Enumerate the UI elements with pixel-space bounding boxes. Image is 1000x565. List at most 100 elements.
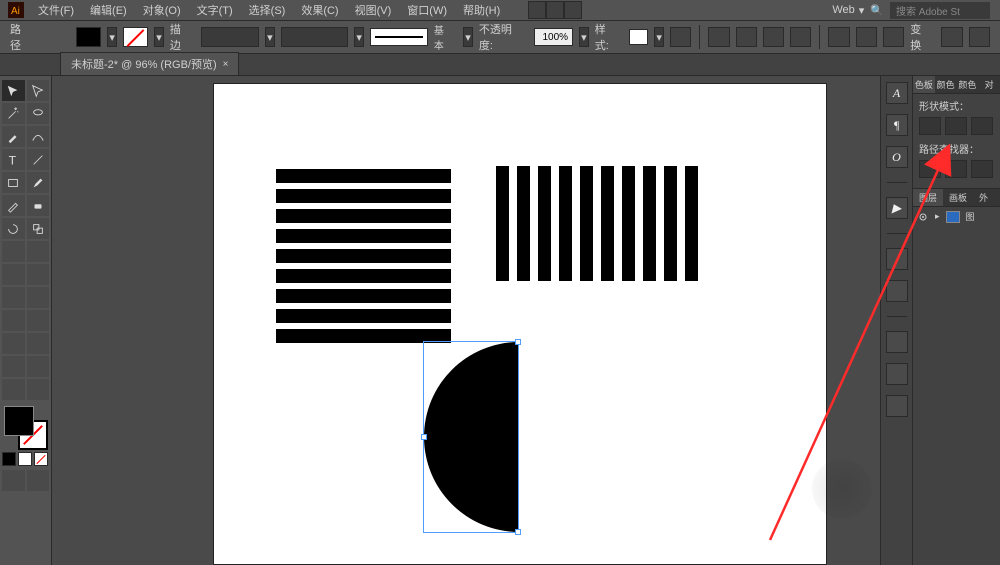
workspace-switcher[interactable]: Web ▾: [832, 4, 864, 17]
pencil-tool[interactable]: [2, 195, 25, 216]
opacity-dd[interactable]: ▾: [579, 27, 589, 47]
zoom-tool[interactable]: [27, 379, 50, 400]
opacity-value[interactable]: 100%: [534, 28, 573, 46]
pathfinder-intersect[interactable]: [971, 117, 993, 135]
canvas-area[interactable]: [52, 76, 880, 565]
layer-row[interactable]: ▸ 图: [913, 207, 1000, 226]
menu-view[interactable]: 视图(V): [347, 0, 400, 20]
blend-tool[interactable]: [27, 310, 50, 331]
selection-tool[interactable]: [2, 80, 25, 101]
tab-swatches[interactable]: 色板: [913, 76, 935, 93]
eraser-tool[interactable]: [27, 195, 50, 216]
symbols-panel-icon[interactable]: [886, 395, 908, 417]
scale-tool[interactable]: [27, 218, 50, 239]
align-icon-7[interactable]: [883, 27, 904, 47]
lasso-tool[interactable]: [27, 103, 50, 124]
eyedropper-tool[interactable]: [2, 310, 25, 331]
align-icon-4[interactable]: [790, 27, 811, 47]
gradient-mode[interactable]: [18, 452, 32, 466]
close-icon[interactable]: ×: [223, 59, 229, 70]
recolor-icon[interactable]: [670, 27, 691, 47]
type-tool[interactable]: T: [2, 149, 25, 170]
align-panel-icon[interactable]: [886, 280, 908, 302]
vwidth-dd[interactable]: ▾: [354, 27, 364, 47]
align-icon-6[interactable]: [856, 27, 877, 47]
none-mode[interactable]: [34, 452, 48, 466]
stroke-dropdown[interactable]: ▾: [154, 27, 164, 47]
character-panel-icon[interactable]: A: [886, 82, 908, 104]
tab-more[interactable]: 对: [978, 76, 1000, 93]
transform-panel-icon[interactable]: [886, 248, 908, 270]
menu-type[interactable]: 文字(T): [189, 0, 241, 20]
visibility-icon[interactable]: [917, 211, 929, 223]
opentype-panel-icon[interactable]: O: [886, 146, 908, 168]
align-icon-3[interactable]: [763, 27, 784, 47]
stock-icon[interactable]: [546, 1, 564, 19]
paintbrush-tool[interactable]: [27, 172, 50, 193]
solid-color-mode[interactable]: [2, 452, 16, 466]
menu-file[interactable]: 文件(F): [30, 0, 82, 20]
fill-dropdown[interactable]: ▾: [107, 27, 117, 47]
graphic-style-swatch[interactable]: [629, 29, 648, 45]
stroke-weight-dd[interactable]: ▾: [265, 27, 275, 47]
perspective-tool[interactable]: [27, 264, 50, 285]
free-transform-tool[interactable]: [27, 241, 50, 262]
tab-colorguide[interactable]: 颜色: [957, 76, 979, 93]
menu-window[interactable]: 窗口(W): [399, 0, 455, 20]
appearance-panel-icon[interactable]: [886, 331, 908, 353]
fill-stroke-indicator[interactable]: [4, 406, 48, 450]
direct-selection-tool[interactable]: [27, 80, 50, 101]
brush-preview[interactable]: [370, 28, 428, 46]
pathfinder-divide[interactable]: [919, 160, 941, 178]
fill-box[interactable]: [4, 406, 34, 436]
graphic-styles-panel-icon[interactable]: [886, 363, 908, 385]
artboard[interactable]: [214, 84, 826, 564]
slice-tool[interactable]: [27, 356, 50, 377]
shape-builder-tool[interactable]: [2, 264, 25, 285]
line-tool[interactable]: [27, 149, 50, 170]
gradient-tool[interactable]: [27, 287, 50, 308]
align-icon-5[interactable]: [828, 27, 849, 47]
curvature-tool[interactable]: [27, 126, 50, 147]
symbol-sprayer-tool[interactable]: [2, 333, 25, 354]
draw-mode-tool[interactable]: [27, 470, 50, 491]
menu-edit[interactable]: 编辑(E): [82, 0, 135, 20]
pathfinder-merge[interactable]: [971, 160, 993, 178]
transform-icon-1[interactable]: [941, 27, 962, 47]
menu-effect[interactable]: 效果(C): [293, 0, 346, 20]
bridge-icon[interactable]: [528, 1, 546, 19]
expand-icon[interactable]: ▸: [935, 211, 940, 222]
stroke-swatch[interactable]: [123, 27, 148, 47]
search-input[interactable]: 搜索 Adobe St: [890, 2, 990, 19]
actions-panel-icon[interactable]: ▶: [886, 197, 908, 219]
tab-layers[interactable]: 图层: [913, 189, 943, 206]
stroke-weight-field[interactable]: [201, 27, 259, 47]
tab-artboards[interactable]: 画板: [943, 189, 973, 206]
tab-more2[interactable]: 外: [973, 189, 994, 206]
mesh-tool[interactable]: [2, 287, 25, 308]
align-icon-1[interactable]: [708, 27, 729, 47]
pathfinder-minus-front[interactable]: [945, 117, 967, 135]
style-dd[interactable]: ▾: [654, 27, 664, 47]
vwidth-field[interactable]: [281, 27, 349, 47]
arrange-icon[interactable]: [564, 1, 582, 19]
rotate-tool[interactable]: [2, 218, 25, 239]
fill-swatch[interactable]: [76, 27, 101, 47]
hand-tool[interactable]: [2, 379, 25, 400]
magic-wand-tool[interactable]: [2, 103, 25, 124]
menu-help[interactable]: 帮助(H): [455, 0, 508, 20]
screen-mode-tool[interactable]: [2, 470, 25, 491]
pathfinder-trim[interactable]: [945, 160, 967, 178]
paragraph-panel-icon[interactable]: ¶: [886, 114, 908, 136]
tab-color[interactable]: 颜色: [935, 76, 957, 93]
half-circle-shape[interactable]: [424, 342, 519, 532]
rectangle-tool[interactable]: [2, 172, 25, 193]
width-tool[interactable]: [2, 241, 25, 262]
brush-dd[interactable]: ▾: [463, 27, 473, 47]
pathfinder-unite[interactable]: [919, 117, 941, 135]
document-tab[interactable]: 未标题-2* @ 96% (RGB/预览) ×: [60, 52, 239, 75]
artboard-tool[interactable]: [2, 356, 25, 377]
transform-icon-2[interactable]: [969, 27, 990, 47]
align-icon-2[interactable]: [736, 27, 757, 47]
pen-tool[interactable]: [2, 126, 25, 147]
